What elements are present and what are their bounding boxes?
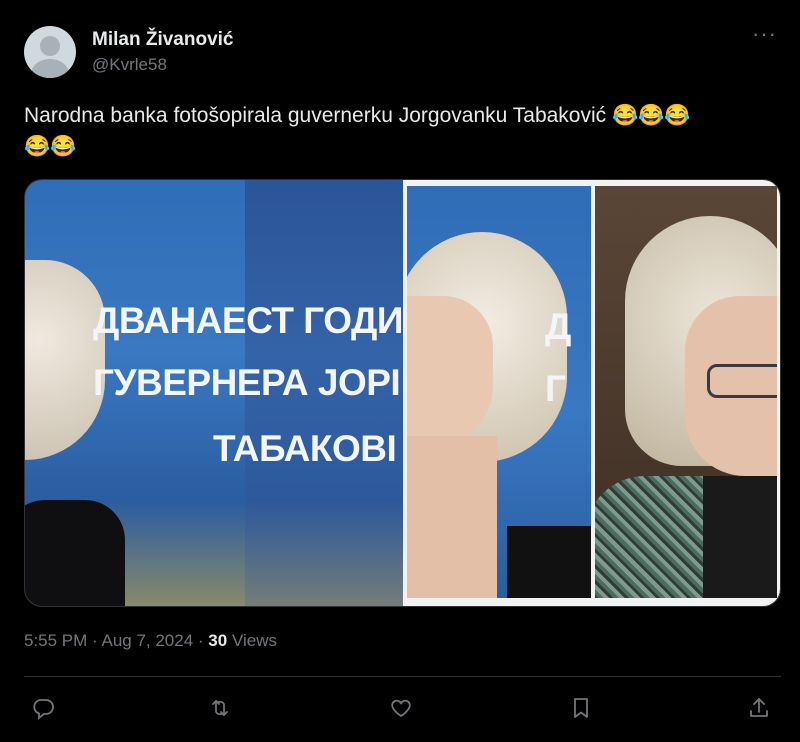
share-icon <box>750 698 768 717</box>
views-count: 30 <box>208 631 228 650</box>
tweet: Milan Živanović @Kvrle58 ··· Narodna ban… <box>0 0 800 742</box>
emoji-group: 😂😂 <box>24 135 77 158</box>
author-name[interactable]: Milan Živanović <box>92 29 233 51</box>
author-handle[interactable]: @Kvrle58 <box>92 55 167 75</box>
share-button[interactable] <box>741 690 777 726</box>
divider <box>24 676 781 677</box>
views-label: Views <box>227 631 277 650</box>
banner-line-2: ГУВЕРНЕРА ЈОРІ <box>93 362 401 403</box>
retweet-button[interactable] <box>202 690 238 726</box>
reply-button[interactable] <box>25 690 61 726</box>
media-image-right[interactable]: Д Г <box>403 180 780 606</box>
portrait-neck <box>407 436 497 598</box>
banner-fragment-2: Г <box>545 368 566 409</box>
comparison-photo-edited: Д Г <box>407 186 591 598</box>
tweet-meta: 5:55 PM · Aug 7, 2024 · 30 Views <box>24 631 277 651</box>
meta-separator: · <box>193 631 209 650</box>
bookmark-button[interactable] <box>563 690 599 726</box>
tweet-time[interactable]: 5:55 PM <box>24 631 87 650</box>
media-image-left[interactable]: ДВАНАЕСТ ГОДИ ГУВЕРНЕРА ЈОРІ ТАБАКОВІ <box>25 180 405 606</box>
portrait-glasses <box>707 364 777 398</box>
heart-icon <box>391 699 411 717</box>
avatar-body-shape <box>31 59 69 78</box>
portrait-dress <box>25 500 125 606</box>
avatar[interactable] <box>24 26 76 78</box>
meta-separator: · <box>87 631 102 650</box>
reply-icon <box>33 699 54 720</box>
action-bar <box>0 690 800 726</box>
retweet-icon <box>212 700 228 716</box>
portrait-turtleneck <box>703 476 777 598</box>
tweet-body: Narodna banka fotošopirala guvernerku Jo… <box>24 104 612 127</box>
banner-line-1: ДВАНАЕСТ ГОДИ <box>93 300 404 341</box>
like-button[interactable] <box>383 690 419 726</box>
more-icon[interactable]: ··· <box>752 23 782 48</box>
banner-line-3: ТАБАКОВІ <box>213 428 397 469</box>
tweet-media[interactable]: ДВАНАЕСТ ГОДИ ГУВЕРНЕРА ЈОРІ ТАБАКОВІ Д … <box>24 179 781 607</box>
portrait-dress <box>507 526 591 598</box>
banner-fragment-1: Д <box>545 306 572 347</box>
avatar-head-shape <box>40 36 60 56</box>
comparison-photo-original <box>595 186 777 598</box>
emoji-group: 😂😂😂 <box>611 104 691 127</box>
tweet-date[interactable]: Aug 7, 2024 <box>101 631 193 650</box>
tweet-text: Narodna banka fotošopirala guvernerku Jo… <box>24 100 784 162</box>
bookmark-icon <box>574 698 588 718</box>
portrait-hair <box>25 260 105 460</box>
